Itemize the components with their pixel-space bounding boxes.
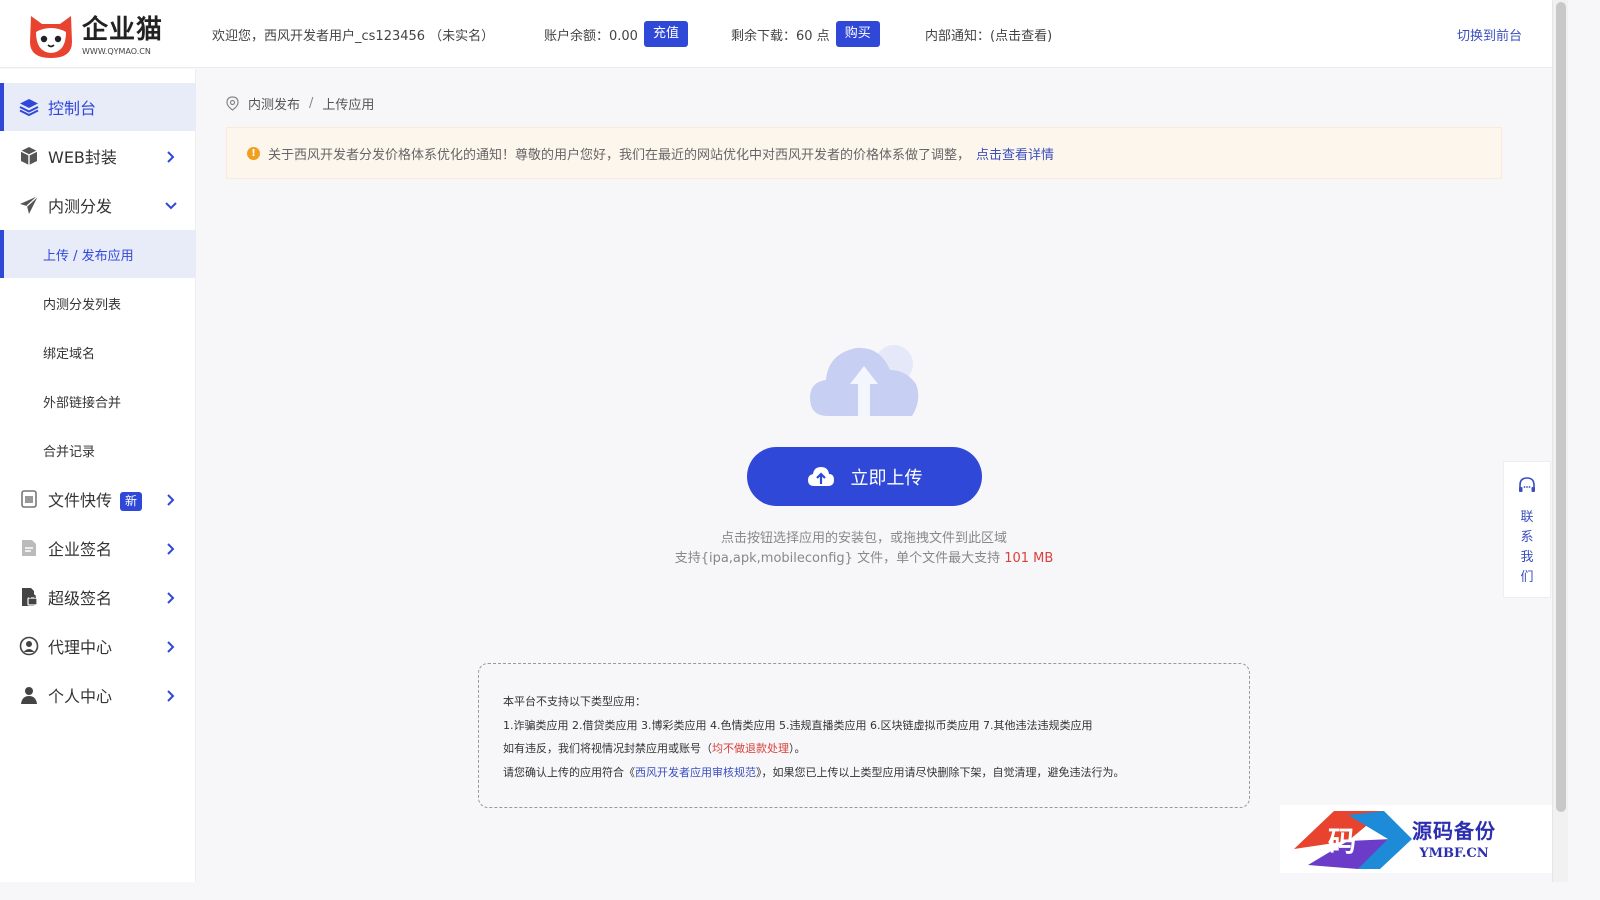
watermark-mark-text: 码 [1328,825,1356,858]
upload-now-button[interactable]: 立即上传 [747,447,982,506]
rules-categories: 1.诈骗类应用 2.借贷类应用 3.博彩类应用 4.色情类应用 5.违规直播类应… [503,718,1093,732]
top-header: 企业猫 WWW.QYMAO.CN 欢迎您，西风开发者用户_cs123456 （未… [0,0,1552,68]
headset-icon [1517,476,1537,500]
location-pin-icon [226,96,239,111]
breadcrumb-parent[interactable]: 内测发布 [248,94,300,113]
sidebar-item-label: 代理中心 [48,638,113,657]
sidebar-item-label: 控制台 [48,99,97,118]
review-guidelines-link[interactable]: 西风开发者应用审核规范 [635,766,756,779]
layers-icon [19,97,39,117]
page-scrollbar[interactable] [1552,0,1568,882]
breadcrumb-current: 上传应用 [322,98,375,113]
logo[interactable]: 企业猫 WWW.QYMAO.CN [26,12,163,60]
internal-notice-link[interactable]: 内部通知：(点击查看) [925,0,1052,68]
user-icon [19,685,39,705]
price-notice-banner: ! 关于西风开发者分发价格体系优化的通知！尊敬的用户您好，我们在最近的网站优化中… [226,127,1502,179]
cloud-upload-illustration-icon [808,340,928,420]
file-lock-icon [19,587,39,607]
upload-hint-formats: 支持{ipa,apk,mobileconfig} 文件，单个文件最大支持 [674,551,1005,566]
chevron-right-icon [164,639,178,653]
logo-url: WWW.QYMAO.CN [82,47,151,56]
sidebar-item-label: WEB封装 [48,148,117,167]
sidebar-item-file-transfer[interactable]: 文件快传新 [0,475,196,523]
sidebar-item-label-group: 文件快传新 [48,487,143,511]
agent-icon [19,636,39,656]
rules-compliance-notice: 请您确认上传的应用符合《西风开发者应用审核规范》，如果您已上传以上类型应用请尽快… [503,761,1225,785]
watermark-emblem-icon: 码 [1294,811,1412,869]
file-transfer-icon [19,489,39,509]
contact-us-label: 联系我们 [1520,510,1534,585]
watermark-cn: 源码备份 [1412,819,1496,843]
sidebar-subitem-bind-domain[interactable]: 绑定域名 [0,328,196,376]
document-sign-icon [19,538,39,558]
chevron-right-icon [164,688,178,702]
sidebar-item-label: 超级签名 [48,589,113,608]
buy-button[interactable]: 购买 [835,21,880,47]
sidebar-item-label: 内测分发 [48,197,113,216]
balance-group: 账户余额：0.00 充值 [544,0,688,68]
chevron-right-icon [164,492,178,506]
sidebar-subitem-upload-publish[interactable]: 上传 / 发布应用 [0,230,196,278]
chevron-right-icon [164,149,178,163]
cloud-upload-icon [807,466,835,488]
upload-hint-line2: 支持{ipa,apk,mobileconfig} 文件，单个文件最大支持 101… [560,547,1168,566]
switch-frontend-link[interactable]: 切换到前台 [1457,0,1522,68]
notice-detail-link[interactable]: 点击查看详情 [976,144,1054,163]
cat-logo-icon [26,12,76,60]
contact-us-panel[interactable]: 联系我们 [1503,461,1551,598]
sidebar-item-agent-center[interactable]: 代理中心 [0,622,196,670]
rules-title: 本平台不支持以下类型应用： [503,695,646,708]
rules-compliance-text: 请您确认上传的应用符合《 [503,765,635,779]
no-refund-text: 均不做退款处理 [712,742,789,755]
sidebar-item-super-sign[interactable]: 超级签名 [0,573,196,621]
box-icon [19,146,39,166]
upload-hint-line1: 点击按钮选择应用的安装包，或拖拽文件到此区域 [720,531,1007,546]
rules-violation-text: 如有违反，我们将视情况封禁应用或账号（ [503,742,712,755]
sidebar-item-personal-center[interactable]: 个人中心 [0,671,196,719]
new-badge: 新 [120,492,143,511]
sidebar-item-label: 企业签名 [48,540,113,559]
sidebar-item-dashboard[interactable]: 控制台 [0,83,196,131]
welcome-text: 欢迎您，西风开发者用户_cs123456 （未实名） [212,28,495,44]
sidebar-item-web-wrap[interactable]: WEB封装 [0,132,196,180]
paper-plane-icon [19,195,39,215]
watermark-en: YMBF.CN [1419,846,1489,861]
breadcrumb: 内测发布 / 上传应用 [226,94,374,113]
downloads-group: 剩余下载：60 点 购买 [731,0,880,68]
sidebar-subitem-merge-records[interactable]: 合并记录 [0,426,196,474]
sidebar-item-label: 文件快传 [48,491,113,510]
chevron-right-icon [164,541,178,555]
breadcrumb-separator: / [309,96,314,111]
rules-violation-suffix: ）。 [789,742,806,755]
sidebar-subitem-beta-list[interactable]: 内测分发列表 [0,279,196,327]
sidebar-item-enterprise-sign[interactable]: 企业签名 [0,524,196,572]
notice-text: 关于西风开发者分发价格体系优化的通知！尊敬的用户您好，我们在最近的网站优化中对西… [268,147,971,163]
logo-name: 企业猫 [82,15,164,45]
sidebar-item-beta-distribution[interactable]: 内测分发 [0,181,196,229]
rules-violation-notice: 如有违反，我们将视情况封禁应用或账号（均不做退款处理）。 [503,737,1225,761]
sidebar: 控制台 WEB封装 内测分发 上传 / 发布应用 内测分发列表 绑定域名 外部链… [0,69,196,882]
upload-size-limit: 101 MB [1004,551,1054,566]
balance-label: 账户余额：0.00 [544,28,638,44]
sidebar-subitem-external-link-merge[interactable]: 外部链接合并 [0,377,196,425]
forbidden-apps-rules-box: 本平台不支持以下类型应用： 1.诈骗类应用 2.借贷类应用 3.博彩类应用 4.… [478,663,1250,808]
chevron-down-icon [164,198,178,212]
chevron-right-icon [164,590,178,604]
upload-button-label: 立即上传 [850,467,923,489]
downloads-label: 剩余下载：60 点 [731,28,830,44]
watermark-logo: 码 源码备份 YMBF.CN [1280,805,1552,873]
recharge-button[interactable]: 充值 [643,21,688,47]
rules-compliance-suffix: 》，如果您已上传以上类型应用请尽快删除下架，自觉清理，避免违法行为。 [756,765,1125,779]
warning-icon: ! [247,146,260,160]
scrollbar-thumb[interactable] [1556,2,1566,812]
sidebar-item-label: 个人中心 [48,687,113,706]
